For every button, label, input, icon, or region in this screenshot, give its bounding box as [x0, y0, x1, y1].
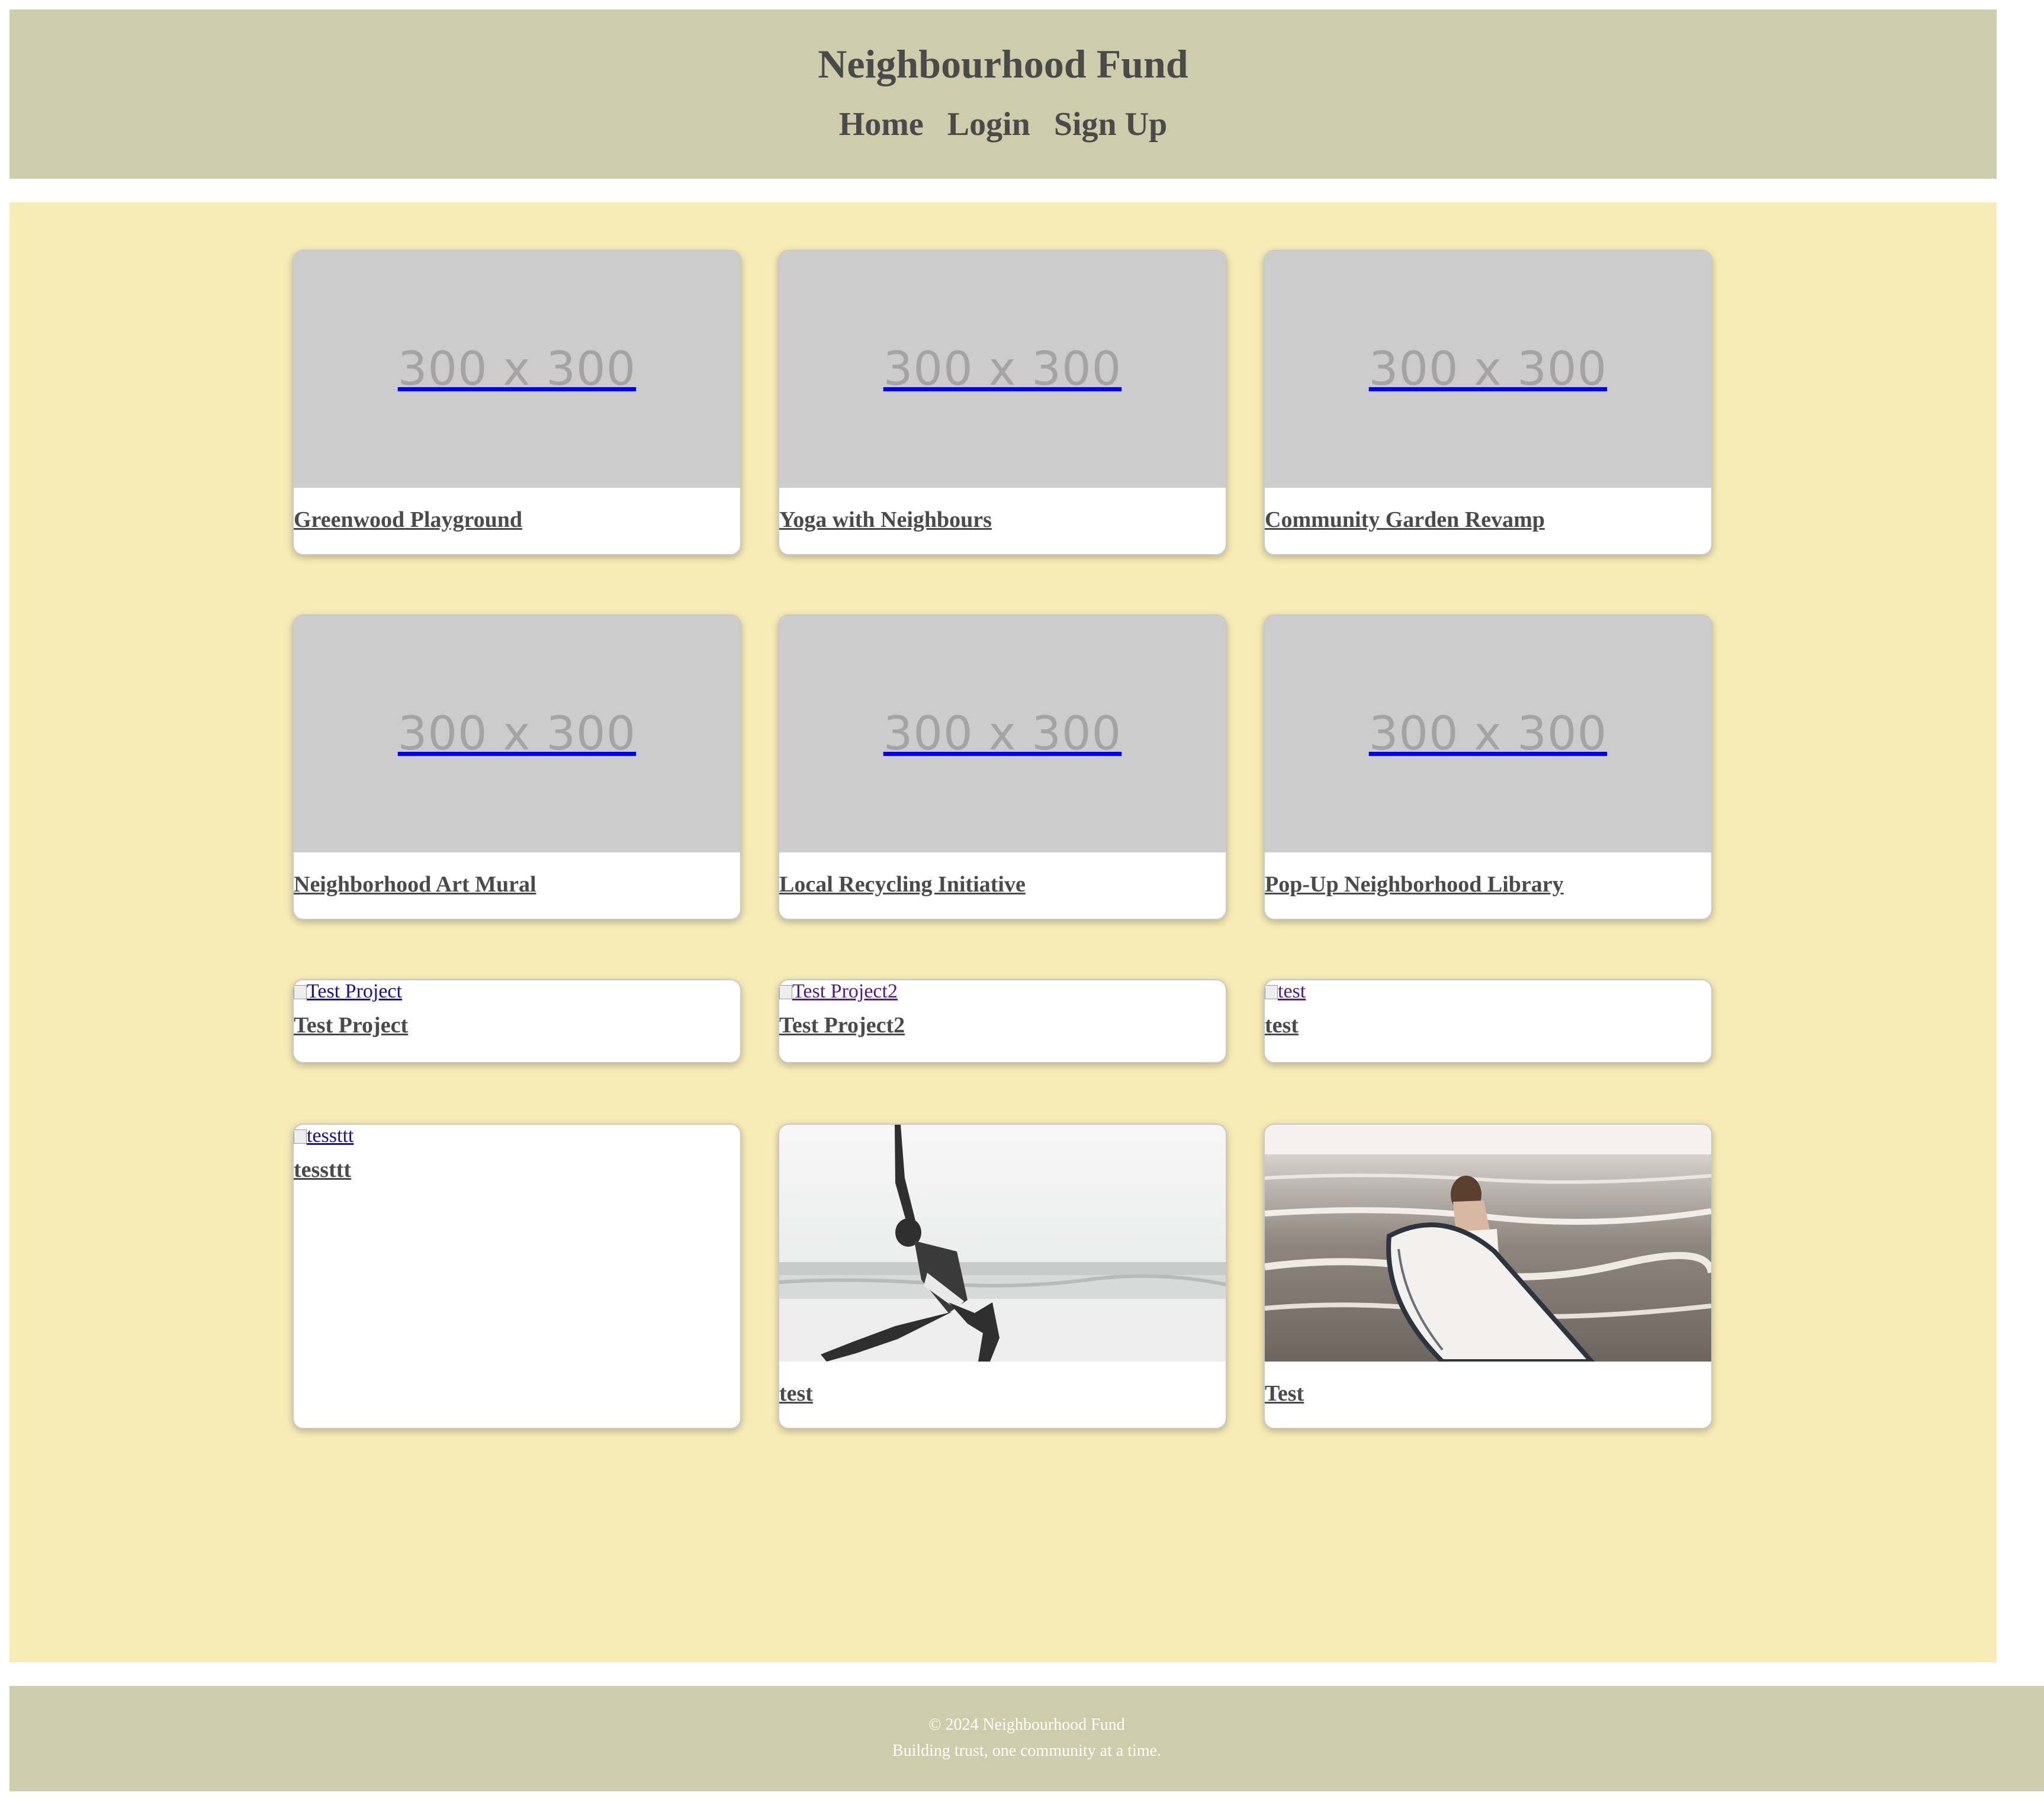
placeholder-image: 300 x 300	[1265, 616, 1711, 852]
placeholder-image: 300 x 300	[294, 616, 740, 852]
project-title-link[interactable]: Neighborhood Art Mural	[294, 852, 740, 899]
main-nav: Home Login Sign Up	[9, 95, 1997, 154]
project-card[interactable]: 300 x 300 Neighborhood Art Mural	[293, 614, 741, 920]
project-title-link[interactable]: test	[779, 1362, 1226, 1408]
project-image-link[interactable]: 300 x 300	[294, 251, 740, 488]
project-image-link[interactable]: 300 x 300	[779, 616, 1226, 852]
project-image-link[interactable]: 300 x 300	[779, 251, 1226, 488]
project-card[interactable]: Test	[1264, 1124, 1712, 1429]
project-title-link[interactable]: Greenwood Playground	[294, 488, 740, 534]
site-footer: © 2024 Neighbourhood Fund Building trust…	[9, 1686, 2044, 1791]
nav-signup-link[interactable]: Sign Up	[1054, 95, 1167, 154]
placeholder-image: 300 x 300	[779, 616, 1226, 852]
project-image-link[interactable]: 300 x 300	[1265, 616, 1711, 852]
broken-image-link[interactable]: test	[1265, 980, 1711, 1003]
project-title-link[interactable]: Test Project2	[779, 1003, 1226, 1040]
image-alt-text: tessttt	[307, 1125, 354, 1147]
project-title-link[interactable]: Pop-Up Neighborhood Library	[1265, 852, 1711, 899]
placeholder-image: 300 x 300	[779, 251, 1226, 488]
broken-image-link[interactable]: Test Project	[294, 980, 740, 1003]
project-image-link[interactable]	[779, 1125, 1226, 1362]
broken-image-icon	[294, 985, 307, 999]
broken-image-link[interactable]: tessttt	[294, 1125, 740, 1147]
project-card[interactable]: 300 x 300 Yoga with Neighbours	[778, 250, 1227, 555]
project-image-link[interactable]	[1265, 1125, 1711, 1362]
project-title-link[interactable]: Community Garden Revamp	[1265, 488, 1711, 534]
image-alt-text: Test Project	[307, 980, 402, 1002]
placeholder-image: 300 x 300	[1265, 251, 1711, 488]
project-card[interactable]: 300 x 300 Pop-Up Neighborhood Library	[1264, 614, 1712, 920]
project-card[interactable]: Test Project2 Test Project2	[778, 979, 1227, 1063]
project-card[interactable]: test	[778, 1124, 1227, 1429]
project-card[interactable]: Test Project Test Project	[293, 979, 741, 1063]
project-image-link[interactable]: 300 x 300	[294, 616, 740, 852]
project-image-link[interactable]: 300 x 300	[1265, 251, 1711, 488]
nav-login-link[interactable]: Login	[947, 95, 1030, 154]
broken-image-icon	[294, 1129, 307, 1144]
nav-home-link[interactable]: Home	[839, 95, 924, 154]
placeholder-image: 300 x 300	[294, 251, 740, 488]
project-card[interactable]: 300 x 300 Local Recycling Initiative	[778, 614, 1227, 920]
project-grid: 300 x 300 Greenwood Playground 300 x 300…	[9, 202, 1997, 1662]
footer-tagline: Building trust, one community at a time.	[892, 1742, 1162, 1760]
image-alt-text: Test Project2	[792, 980, 898, 1002]
project-card[interactable]: tessttt tessttt	[293, 1124, 741, 1429]
project-card[interactable]: 300 x 300 Greenwood Playground	[293, 250, 741, 555]
project-title-link[interactable]: Test	[1265, 1362, 1711, 1408]
project-title-link[interactable]: Yoga with Neighbours	[779, 488, 1226, 534]
broken-image-icon	[1265, 985, 1278, 999]
image-alt-text: test	[1278, 980, 1306, 1002]
site-header: Neighbourhood Fund Home Login Sign Up	[9, 9, 1997, 179]
yoga-photo	[779, 1125, 1226, 1362]
broken-image-icon	[779, 985, 792, 999]
project-card[interactable]: test test	[1264, 979, 1712, 1063]
site-title: Neighbourhood Fund	[818, 41, 1188, 86]
project-title-link[interactable]: Test Project	[294, 1003, 740, 1040]
project-title-link[interactable]: tessttt	[294, 1147, 740, 1184]
surfer-photo	[1265, 1125, 1711, 1362]
broken-image-link[interactable]: Test Project2	[779, 980, 1226, 1003]
project-card[interactable]: 300 x 300 Community Garden Revamp	[1264, 250, 1712, 555]
footer-copyright: © 2024 Neighbourhood Fund	[928, 1716, 1125, 1734]
project-title-link[interactable]: Local Recycling Initiative	[779, 852, 1226, 899]
project-title-link[interactable]: test	[1265, 1003, 1711, 1040]
